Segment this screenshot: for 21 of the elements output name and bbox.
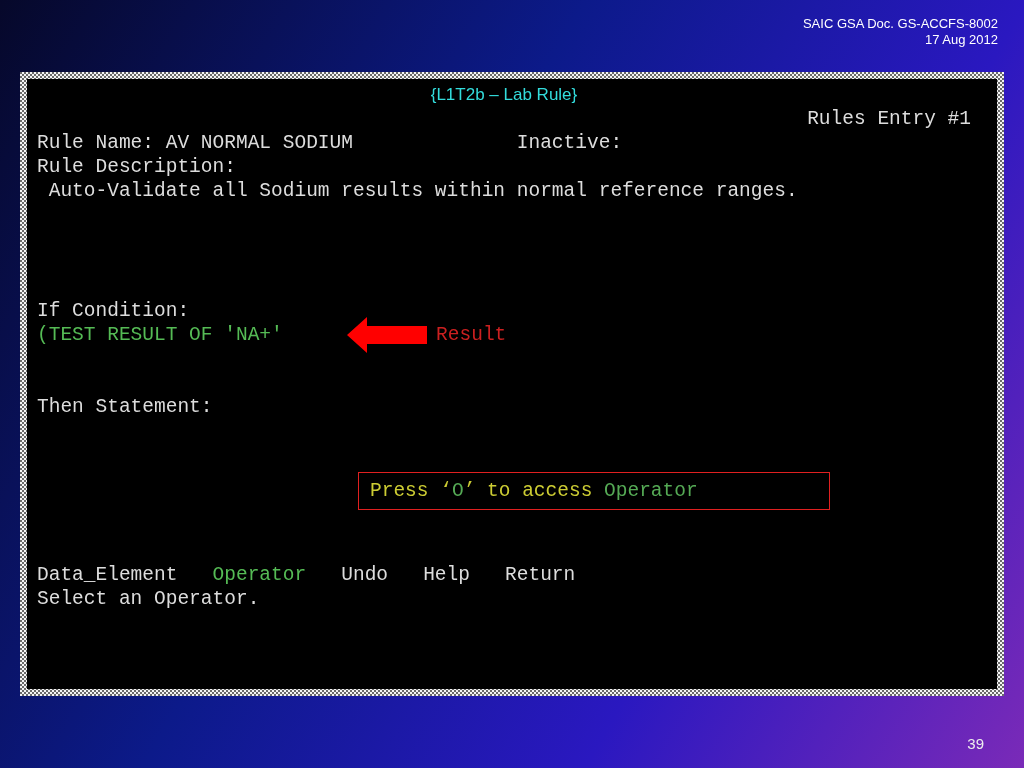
page-number: 39	[967, 735, 984, 752]
menu-item[interactable]: Operator	[212, 563, 307, 587]
menu-item[interactable]: Data_Element	[37, 563, 178, 587]
then-statement-label: Then Statement:	[37, 395, 213, 419]
prompt-text: Select an Operator.	[37, 587, 260, 611]
inactive-label: Inactive:	[516, 131, 623, 155]
document-date: 17 Aug 2012	[923, 32, 998, 48]
description-text: Auto-Validate all Sodium results within normal reference ranges.	[48, 179, 798, 203]
screen-label: Rules Entry #1	[807, 107, 971, 131]
description-label: Rule Description:	[37, 155, 236, 179]
menu-item[interactable]: Help	[423, 563, 470, 587]
arrow-label: Result	[436, 323, 507, 347]
menu-item[interactable]: Undo	[341, 563, 389, 587]
left-arrow-icon	[347, 317, 428, 353]
document-reference: SAIC GSA Doc. GS-ACCFS-8002	[802, 16, 998, 32]
menu-item[interactable]: Return	[505, 563, 576, 587]
screen-title: {L1T2b – Lab Rule}	[430, 84, 578, 106]
instruction-callout: Press ‘O’ to access Operator	[358, 472, 830, 510]
rule-name: Rule Name: AV NORMAL SODIUM	[37, 131, 354, 155]
condition-text: (TEST RESULT OF 'NA+'	[37, 323, 284, 347]
if-condition-label: If Condition:	[37, 299, 190, 323]
